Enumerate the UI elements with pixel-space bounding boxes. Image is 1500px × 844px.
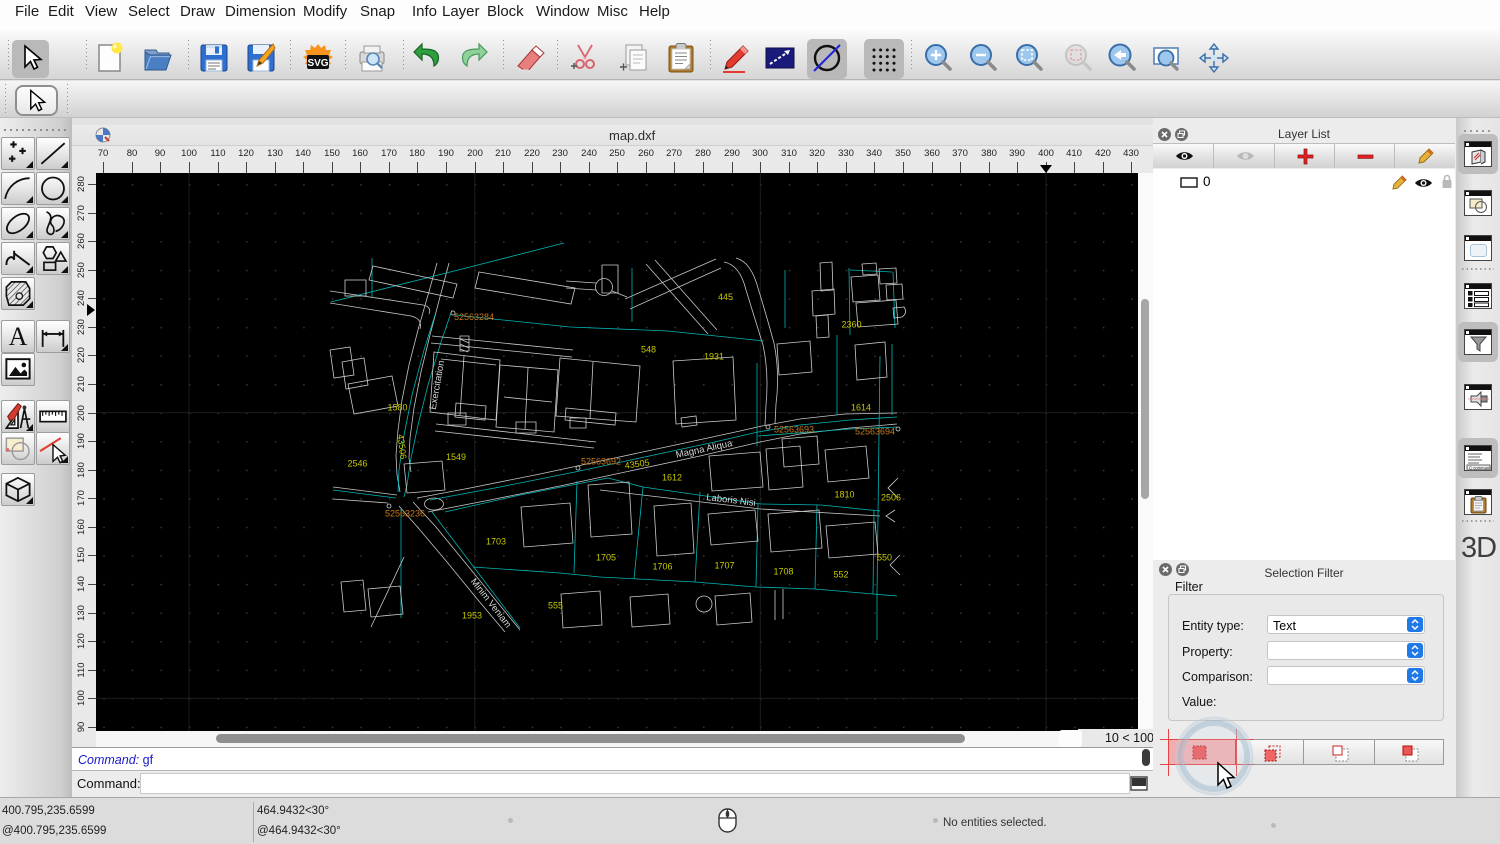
svg-text:1953: 1953 <box>462 611 482 621</box>
svg-text:SVG: SVG <box>307 58 328 69</box>
svg-text:1705: 1705 <box>596 553 616 563</box>
svg-text:552: 552 <box>833 570 848 580</box>
svg-text:2360: 2360 <box>841 320 861 330</box>
svg-text:2506: 2506 <box>881 493 901 503</box>
svg-text:1707: 1707 <box>714 561 734 571</box>
svg-text:1810: 1810 <box>834 490 854 500</box>
svg-text:1931: 1931 <box>704 352 724 362</box>
svg-text:1612: 1612 <box>662 473 682 483</box>
svg-text:52563236: 52563236 <box>385 509 425 519</box>
svg-text:52563693: 52563693 <box>774 425 814 435</box>
svg-text:52563284: 52563284 <box>454 312 494 322</box>
svg-text:445: 445 <box>718 292 733 302</box>
svg-text:555: 555 <box>548 601 563 611</box>
svg-text:1549: 1549 <box>446 452 466 462</box>
svg-text:C command: C command <box>1469 465 1491 470</box>
svg-text:550: 550 <box>877 553 892 563</box>
svg-text:52563694: 52563694 <box>855 427 895 437</box>
svg-text:1614: 1614 <box>851 403 871 413</box>
svg-text:1703: 1703 <box>486 537 506 547</box>
svg-text:1706: 1706 <box>652 562 672 572</box>
svg-text:2546: 2546 <box>347 459 367 469</box>
svg-text:548: 548 <box>641 345 656 355</box>
svg-text:1708: 1708 <box>773 567 793 577</box>
svg-text:1580: 1580 <box>387 403 407 413</box>
svg-text:52563692: 52563692 <box>581 457 621 467</box>
